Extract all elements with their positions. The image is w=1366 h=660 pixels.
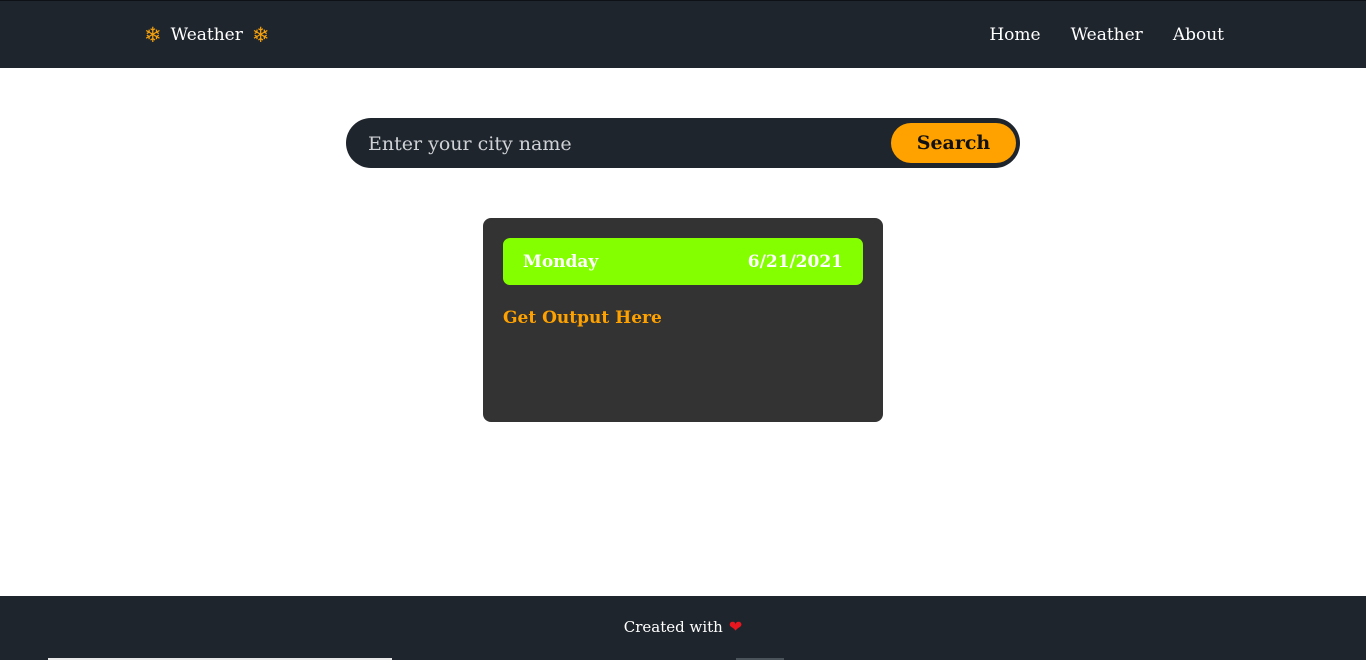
output-text: Get Output Here: [503, 308, 662, 328]
day-label: Monday: [523, 251, 599, 272]
snowflake-icon: ❄: [144, 22, 162, 47]
search-bar: Search: [346, 118, 1020, 168]
nav-links: Home Weather About: [989, 23, 1224, 47]
nav-link-home[interactable]: Home: [989, 25, 1040, 45]
city-search-input[interactable]: [366, 127, 885, 161]
day-date-bar: Monday 6/21/2021: [503, 238, 863, 285]
date-label: 6/21/2021: [747, 251, 843, 272]
navbar: ❄ Weather ❄ Home Weather About: [0, 0, 1366, 68]
nav-link-about[interactable]: About: [1173, 25, 1224, 45]
nav-link-weather[interactable]: Weather: [1071, 25, 1143, 45]
footer: Created with ❤: [0, 596, 1366, 660]
brand[interactable]: ❄ Weather ❄: [144, 23, 269, 47]
search-button[interactable]: Search: [891, 123, 1016, 163]
heart-icon: ❤: [728, 617, 743, 636]
brand-title[interactable]: Weather: [171, 25, 243, 45]
footer-label: Created with: [623, 618, 723, 636]
footer-credit: Created with ❤: [0, 618, 1366, 636]
weather-card: Monday 6/21/2021 Get Output Here: [483, 218, 883, 422]
snowflake-icon: ❄: [251, 22, 270, 47]
